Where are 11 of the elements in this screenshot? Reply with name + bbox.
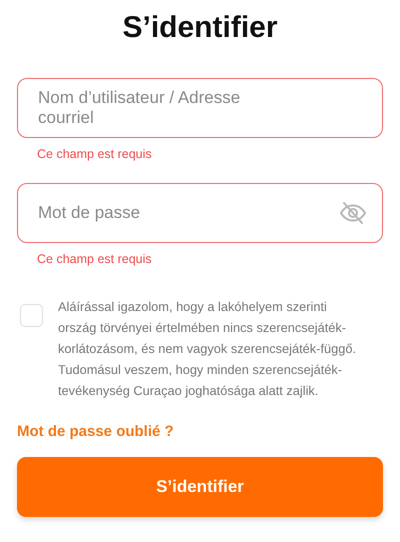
error-message: Ce champ est requis bbox=[37, 147, 153, 163]
eye-off-icon bbox=[338, 200, 368, 226]
error-message: Ce champ est requis bbox=[37, 252, 153, 268]
password-field[interactable]: Mot de passe bbox=[17, 183, 383, 243]
consent-checkbox[interactable] bbox=[20, 304, 43, 327]
username-field[interactable]: Nom d’utilisateur / Adresse courriel bbox=[17, 78, 383, 138]
sign-in-button[interactable]: S’identifier bbox=[17, 457, 383, 517]
consent-text: Aláírással igazolom, hogy a lakóhelyem szerinti ország törvényei értelmében nincs szerencsejáték-korlátozásom, és nem vagyok szerencsejáték-függő. Tudomásul veszem, hogy minden szerencsejáték-tevékenység Curaçao joghatósága alatt zajlik. bbox=[58, 298, 358, 400]
page-title: S’identifier bbox=[121, 10, 279, 46]
forgot-password-link[interactable]: Mot de passe oublié ? bbox=[17, 423, 174, 440]
visibility-toggle[interactable] bbox=[338, 200, 368, 226]
